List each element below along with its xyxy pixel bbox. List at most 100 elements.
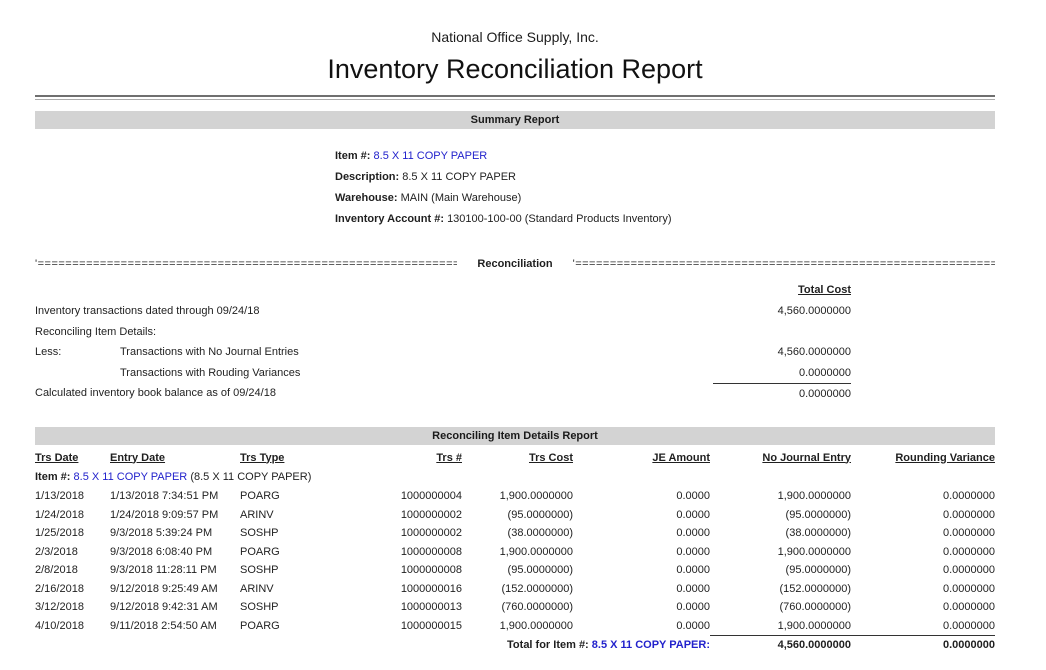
col-header-trs-date: Trs Date [35, 449, 110, 468]
details-cell: 1000000008 [310, 561, 462, 580]
details-cell: 2/16/2018 [35, 580, 110, 599]
divider-equals-right: '=======================================… [573, 257, 995, 271]
details-cell: (95.0000000) [462, 506, 573, 525]
description-value: 8.5 X 11 COPY PAPER [402, 171, 516, 183]
reconciliation-rows: Inventory transactions dated through 09/… [35, 301, 995, 405]
recon-row-sublabel [156, 322, 713, 343]
recon-row-transactions-dated: Inventory transactions dated through 09/… [35, 301, 995, 322]
col-header-rounding-variance: Rounding Variance [851, 449, 995, 468]
total-cost-column-header: Total Cost [713, 282, 851, 298]
details-cell: 9/12/2018 9:25:49 AM [110, 580, 240, 599]
details-cell: (760.0000000) [710, 598, 851, 617]
recon-row-no-journal-entries: Less: Transactions with No Journal Entri… [35, 342, 995, 363]
warehouse-label: Warehouse: [335, 192, 398, 204]
details-cell: 1,900.0000000 [462, 543, 573, 562]
details-cell: 1000000002 [310, 506, 462, 525]
recon-row-value [713, 322, 851, 343]
report-page: National Office Supply, Inc. Inventory R… [35, 0, 995, 655]
details-cell: 2/8/2018 [35, 561, 110, 580]
item-number-label: Item #: [335, 150, 370, 162]
details-cell: 0.0000 [573, 598, 710, 617]
details-cell: ARINV [240, 506, 310, 525]
recon-row-book-balance: Calculated inventory book balance as of … [35, 383, 995, 405]
recon-row-label: Inventory transactions dated through 09/… [35, 301, 259, 322]
details-data-row: 4/10/20189/11/2018 2:54:50 AMPOARG100000… [35, 617, 995, 636]
details-cell: 1/24/2018 [35, 506, 110, 525]
item-number-link[interactable]: 8.5 X 11 COPY PAPER [374, 150, 488, 162]
summary-fields: Item #: 8.5 X 11 COPY PAPER Description:… [335, 146, 995, 230]
description-label: Description: [335, 171, 399, 183]
details-cell: SOSHP [240, 524, 310, 543]
summary-field-item: Item #: 8.5 X 11 COPY PAPER [335, 146, 995, 167]
total-cost-header-row: Total Cost [35, 282, 995, 298]
details-item-label: Item #: [35, 471, 70, 483]
summary-field-description: Description: 8.5 X 11 COPY PAPER [335, 167, 995, 188]
recon-row-rounding-variances: Transactions with Rouding Variances 0.00… [35, 363, 995, 384]
details-cell: (38.0000000) [710, 524, 851, 543]
divider-equals-left: '=======================================… [35, 257, 457, 271]
details-cell: 9/3/2018 6:08:40 PM [110, 543, 240, 562]
details-cell: 0.0000000 [851, 487, 995, 506]
details-cell: (760.0000000) [462, 598, 573, 617]
details-tbody: Item #: 8.5 X 11 COPY PAPER (8.5 X 11 CO… [35, 467, 995, 636]
summary-section-bar: Summary Report [35, 111, 995, 129]
recon-row-sublabel: Transactions with Rouding Variances [120, 363, 713, 384]
details-cell: 0.0000 [573, 524, 710, 543]
col-header-trs-cost: Trs Cost [462, 449, 573, 468]
details-header-row: Trs Date Entry Date Trs Type Trs # Trs C… [35, 449, 995, 468]
reconciliation-divider: '=======================================… [35, 257, 995, 271]
details-cell: 0.0000 [573, 580, 710, 599]
recon-row-label [35, 363, 120, 384]
col-header-trs-number: Trs # [310, 449, 462, 468]
details-cell: 1,900.0000000 [710, 487, 851, 506]
details-cell: 1/25/2018 [35, 524, 110, 543]
total-for-item-label-cell: Total for Item #: 8.5 X 11 COPY PAPER: [35, 636, 710, 655]
details-cell: 1000000008 [310, 543, 462, 562]
details-cell: 0.0000 [573, 561, 710, 580]
details-cell: 9/3/2018 5:39:24 PM [110, 524, 240, 543]
title-divider [35, 95, 995, 100]
details-data-row: 1/13/20181/13/2018 7:34:51 PMPOARG100000… [35, 487, 995, 506]
details-cell: (152.0000000) [710, 580, 851, 599]
recon-row-value: 4,560.0000000 [713, 301, 851, 322]
reconciliation-label: Reconciliation [457, 257, 572, 271]
details-cell: 0.0000000 [851, 580, 995, 599]
summary-section-title: Summary Report [471, 114, 560, 126]
details-total-row: Total for Item #: 8.5 X 11 COPY PAPER: 4… [35, 636, 995, 655]
details-cell: 0.0000 [573, 506, 710, 525]
col-header-entry-date: Entry Date [110, 449, 240, 468]
details-cell: POARG [240, 543, 310, 562]
col-header-no-journal-entry: No Journal Entry [710, 449, 851, 468]
details-data-row: 1/24/20181/24/2018 9:09:57 PMARINV100000… [35, 506, 995, 525]
details-data-row: 1/25/20189/3/2018 5:39:24 PMSOSHP1000000… [35, 524, 995, 543]
col-header-je-amount: JE Amount [573, 449, 710, 468]
details-cell: (95.0000000) [462, 561, 573, 580]
details-cell: 1000000002 [310, 524, 462, 543]
details-cell: 0.0000000 [851, 598, 995, 617]
details-cell: 0.0000 [573, 487, 710, 506]
details-cell: 9/3/2018 11:28:11 PM [110, 561, 240, 580]
details-item-link[interactable]: 8.5 X 11 COPY PAPER [74, 471, 188, 483]
warehouse-value: MAIN (Main Warehouse) [401, 192, 522, 204]
recon-row-value: 4,560.0000000 [713, 342, 851, 363]
details-cell: 1,900.0000000 [710, 543, 851, 562]
details-cell: 1/13/2018 7:34:51 PM [110, 487, 240, 506]
details-cell: 1000000016 [310, 580, 462, 599]
details-section-title: Reconciling Item Details Report [432, 430, 598, 442]
total-for-item-link[interactable]: 8.5 X 11 COPY PAPER: [592, 639, 710, 651]
total-no-journal-entry: 4,560.0000000 [710, 636, 851, 655]
inventory-account-label: Inventory Account #: [335, 213, 444, 225]
details-cell: 0.0000 [573, 617, 710, 636]
summary-field-warehouse: Warehouse: MAIN (Main Warehouse) [335, 188, 995, 209]
company-name: National Office Supply, Inc. [35, 28, 995, 46]
details-data-row: 2/3/20189/3/2018 6:08:40 PMPOARG10000000… [35, 543, 995, 562]
details-data-row: 2/8/20189/3/2018 11:28:11 PMSOSHP1000000… [35, 561, 995, 580]
details-cell: 1/13/2018 [35, 487, 110, 506]
details-cell: SOSHP [240, 561, 310, 580]
details-cell: SOSHP [240, 598, 310, 617]
summary-field-inventory-account: Inventory Account #: 130100-100-00 (Stan… [335, 209, 995, 230]
total-rounding-variance: 0.0000000 [851, 636, 995, 655]
details-cell: (152.0000000) [462, 580, 573, 599]
report-title: Inventory Reconciliation Report [35, 52, 995, 86]
details-cell: 1,900.0000000 [462, 487, 573, 506]
